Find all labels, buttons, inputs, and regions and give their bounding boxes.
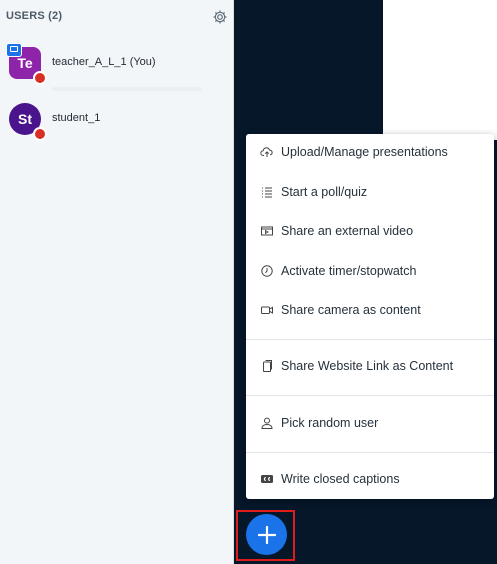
presenter-icon	[6, 43, 22, 57]
menu-item-label: Start a poll/quiz	[281, 185, 368, 199]
actions-plus-button[interactable]	[246, 514, 287, 555]
poll-list-icon	[262, 187, 272, 198]
menu-item-label: Write closed captions	[281, 472, 400, 486]
users-header: USERS (2)	[6, 10, 63, 22]
users-sidebar: USERS (2) Te teacher_A_L_1 (You) St stud…	[0, 0, 234, 564]
muted-mic-icon	[33, 71, 47, 85]
user-icon	[261, 417, 273, 429]
presentation-area	[383, 0, 497, 140]
menu-item-label: Pick random user	[281, 416, 379, 430]
closed-captions-icon	[261, 475, 273, 483]
settings-gear-icon[interactable]	[212, 9, 228, 25]
user-name: teacher_A_L_1 (You)	[52, 56, 156, 68]
user-item-teacher[interactable]: Te teacher_A_L_1 (You)	[0, 43, 234, 91]
avatar: St	[9, 103, 47, 141]
menu-item-upload-presentations[interactable]: Upload/Manage presentations	[246, 136, 494, 168]
menu-item-share-website-link[interactable]: Share Website Link as Content	[246, 350, 494, 382]
plus-icon	[257, 525, 276, 544]
menu-divider	[246, 339, 494, 340]
external-video-icon	[261, 226, 273, 236]
menu-item-label: Share camera as content	[281, 303, 421, 317]
muted-mic-icon	[33, 127, 47, 141]
user-name-text: teacher_A_L_1	[52, 56, 127, 68]
user-name: student_1	[52, 112, 101, 124]
camera-icon	[261, 306, 273, 314]
menu-item-closed-captions[interactable]: Write closed captions	[246, 463, 494, 495]
user-item-student[interactable]: St student_1	[0, 103, 234, 147]
you-label: (You)	[129, 56, 156, 68]
actions-menu: Upload/Manage presentations Start a poll…	[246, 134, 494, 499]
divider	[52, 87, 202, 91]
menu-item-label: Share an external video	[281, 224, 414, 238]
avatar-initials: St	[18, 111, 32, 127]
timer-icon	[261, 265, 273, 277]
menu-item-label: Activate timer/stopwatch	[281, 264, 417, 278]
cloud-upload-icon	[260, 147, 273, 157]
menu-divider	[246, 452, 494, 453]
avatar: Te	[6, 43, 47, 85]
menu-item-timer[interactable]: Activate timer/stopwatch	[246, 255, 494, 287]
copy-link-icon	[263, 360, 272, 372]
menu-item-pick-random-user[interactable]: Pick random user	[246, 407, 494, 439]
menu-item-start-poll[interactable]: Start a poll/quiz	[246, 176, 494, 208]
menu-divider	[246, 395, 494, 396]
menu-item-label: Share Website Link as Content	[281, 359, 454, 373]
menu-item-external-video[interactable]: Share an external video	[246, 215, 494, 247]
avatar-initials: Te	[17, 55, 33, 71]
menu-item-label: Upload/Manage presentations	[281, 145, 448, 159]
menu-item-share-camera[interactable]: Share camera as content	[246, 294, 494, 326]
